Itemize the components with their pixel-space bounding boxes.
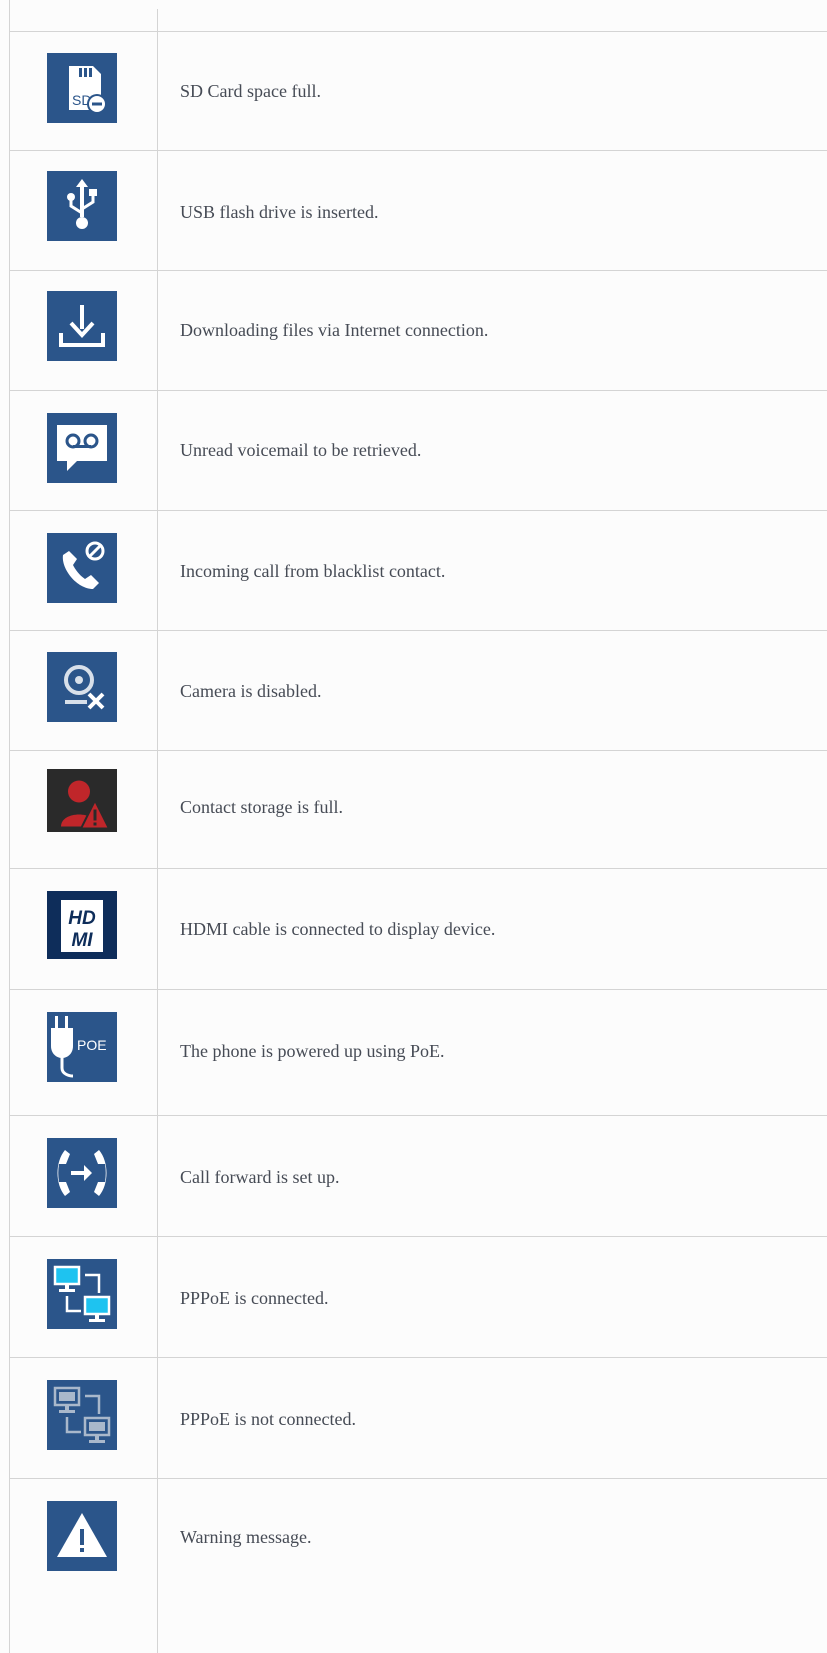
row-description: Incoming call from blacklist contact. xyxy=(180,561,446,581)
svg-text:HD: HD xyxy=(68,908,96,929)
table-row: Camera is disabled. xyxy=(10,631,827,751)
table-row: PPPoE is connected. xyxy=(10,1237,827,1358)
warning-icon xyxy=(47,1501,117,1571)
camera-disabled-icon xyxy=(47,652,117,722)
svg-text:MI: MI xyxy=(71,930,93,951)
row-description: Call forward is set up. xyxy=(180,1167,340,1187)
download-icon xyxy=(47,291,117,361)
row-description: Warning message. xyxy=(180,1527,312,1547)
table-row: USB flash drive is inserted. xyxy=(10,151,827,271)
table-row: Downloading files via Internet connectio… xyxy=(10,271,827,391)
row-description: PPPoE is connected. xyxy=(180,1288,329,1308)
poe-icon: POE xyxy=(47,1012,117,1082)
pppoe-connected-icon xyxy=(47,1259,117,1329)
table-row: HD MI HDMI cable is connected to display… xyxy=(10,869,827,990)
table-top-row xyxy=(10,0,827,32)
row-description: The phone is powered up using PoE. xyxy=(180,1041,445,1061)
row-description: PPPoE is not connected. xyxy=(180,1409,356,1429)
table-row: POE The phone is powered up using PoE. xyxy=(10,990,827,1116)
usb-icon xyxy=(47,171,117,241)
call-forward-icon xyxy=(47,1138,117,1208)
table-row: SD SD Card space full. xyxy=(10,31,827,151)
pppoe-disconnected-icon xyxy=(47,1380,117,1450)
table-row: PPPoE is not connected. xyxy=(10,1358,827,1479)
row-description: Camera is disabled. xyxy=(180,681,322,701)
row-description: Unread voicemail to be retrieved. xyxy=(180,440,422,460)
row-description: SD Card space full. xyxy=(180,81,321,101)
status-icon-table: SD SD Card space full. USB flash drive i… xyxy=(9,0,827,1653)
hdmi-icon: HD MI xyxy=(47,891,117,959)
contact-storage-full-icon xyxy=(47,769,117,832)
row-description: Downloading files via Internet connectio… xyxy=(180,320,489,340)
sd-card-full-icon: SD xyxy=(47,53,117,123)
table-row: Unread voicemail to be retrieved. xyxy=(10,391,827,511)
blocked-call-icon xyxy=(47,533,117,603)
row-description: USB flash drive is inserted. xyxy=(180,202,379,222)
row-description: HDMI cable is connected to display devic… xyxy=(180,919,496,939)
table-row: Incoming call from blacklist contact. xyxy=(10,511,827,631)
row-description: Contact storage is full. xyxy=(180,797,343,817)
table-row: Call forward is set up. xyxy=(10,1116,827,1237)
svg-text:POE: POE xyxy=(77,1037,107,1053)
table-row: Contact storage is full. xyxy=(10,751,827,869)
voicemail-icon xyxy=(47,413,117,483)
table-row: Warning message. xyxy=(10,1479,827,1653)
